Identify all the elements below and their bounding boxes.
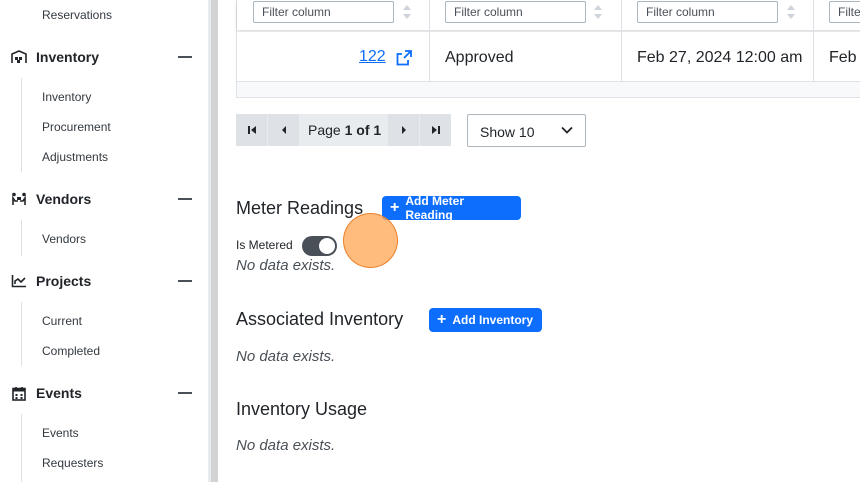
empty-state: No data exists. [236, 348, 336, 365]
sidebar-item-procurement[interactable]: Procurement [42, 120, 111, 134]
section-title-meter-readings: Meter Readings [236, 198, 364, 218]
sidebar-section-events[interactable]: Events [10, 383, 192, 403]
page-size-value: Show 10 [480, 124, 535, 140]
chevron-left-icon [281, 126, 286, 134]
plus-icon: + [437, 311, 447, 328]
rail [21, 220, 22, 256]
plus-icon: + [390, 199, 400, 216]
collapse-icon[interactable] [178, 56, 192, 58]
is-metered-toggle[interactable] [302, 236, 337, 256]
section-title-associated-inventory: Associated Inventory [236, 309, 404, 329]
sidebar-item-adjustments[interactable]: Adjustments [42, 150, 108, 164]
sidebar-item-events[interactable]: Events [42, 426, 79, 440]
sidebar-section-label: Events [36, 385, 82, 401]
sidebar-section-projects[interactable]: Projects [10, 271, 192, 291]
people-carry-icon [10, 191, 28, 207]
next-page-button[interactable] [388, 114, 419, 146]
last-page-button[interactable] [420, 114, 451, 146]
first-page-button[interactable] [236, 114, 267, 146]
filter-input[interactable]: Filte [829, 1, 860, 23]
sort-icon[interactable] [402, 4, 412, 20]
click-indicator [343, 213, 398, 268]
sidebar-resize-handle[interactable] [211, 0, 218, 482]
column-divider [813, 0, 814, 82]
sidebar-item-inventory[interactable]: Inventory [42, 90, 91, 104]
sidebar-item-requesters[interactable]: Requesters [42, 456, 103, 470]
status-cell: Approved [445, 49, 514, 66]
chevron-right-icon [401, 126, 406, 134]
record-id-link[interactable]: 122 [359, 48, 386, 66]
chart-icon [10, 273, 28, 289]
sidebar-section-inventory[interactable]: Inventory [10, 47, 192, 67]
first-page-icon [247, 126, 256, 134]
add-inventory-button[interactable]: + Add Inventory [429, 308, 542, 332]
sidebar-item-vendors[interactable]: Vendors [42, 232, 86, 246]
rail [21, 414, 22, 482]
page-indicator: Page 1 of 1 [308, 122, 382, 138]
chevron-down-icon [561, 126, 573, 134]
empty-state: No data exists. [236, 257, 336, 274]
sidebar-section-vendors[interactable]: Vendors [10, 189, 192, 209]
add-meter-reading-button[interactable]: + Add Meter Reading [382, 194, 521, 222]
calendar-icon [10, 385, 28, 401]
rail [21, 302, 22, 366]
sidebar: Reservations Inventory Inventory Procure… [0, 0, 208, 482]
sidebar-section-label: Vendors [36, 191, 92, 207]
sidebar-section-label: Inventory [36, 49, 100, 65]
section-title-inventory-usage: Inventory Usage [236, 399, 368, 419]
filter-input[interactable]: Filter column [445, 1, 586, 23]
sidebar-section-label: Projects [36, 273, 92, 289]
date-cell: Feb 27, 2024 12:00 am [637, 49, 803, 66]
collapse-icon[interactable] [178, 280, 192, 282]
filter-input[interactable]: Filter column [253, 1, 394, 23]
pagination: Page 1 of 1 [236, 114, 451, 146]
toggle-knob [319, 238, 335, 254]
warehouse-icon [10, 49, 28, 65]
last-page-icon [431, 126, 440, 134]
prev-page-button[interactable] [268, 114, 299, 146]
rail [21, 78, 22, 172]
external-link-icon[interactable] [396, 50, 412, 66]
sidebar-item-reservations[interactable]: Reservations [42, 8, 112, 22]
button-label: Add Inventory [452, 313, 534, 327]
date-cell: Feb [829, 49, 857, 66]
column-divider [621, 0, 622, 82]
sort-icon[interactable] [786, 4, 796, 20]
empty-state: No data exists. [236, 437, 336, 454]
collapse-icon[interactable] [178, 198, 192, 200]
sidebar-item-completed[interactable]: Completed [42, 344, 100, 358]
is-metered-label: Is Metered [236, 238, 293, 252]
sidebar-item-current[interactable]: Current [42, 314, 82, 328]
button-label: Add Meter Reading [405, 194, 465, 222]
page-size-select[interactable]: Show 10 [467, 114, 586, 147]
column-divider [429, 0, 430, 82]
collapse-icon[interactable] [178, 392, 192, 394]
filter-input[interactable]: Filter column [637, 1, 778, 23]
sort-icon[interactable] [593, 4, 603, 20]
